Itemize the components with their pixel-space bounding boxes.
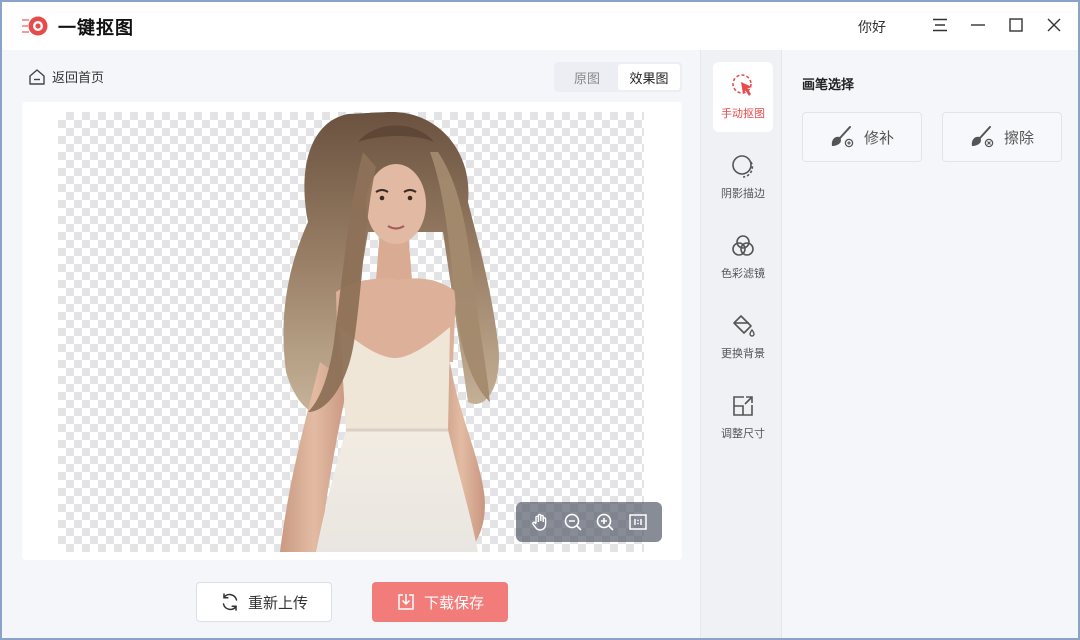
view-original-tab[interactable]: 原图 (556, 64, 618, 90)
view-result-tab[interactable]: 效果图 (618, 64, 680, 90)
tool-shadow-outline[interactable]: 阴影描边 (713, 142, 773, 212)
brush-panel: 画笔选择 修补 擦除 (782, 50, 1078, 638)
actual-size-icon[interactable] (626, 510, 650, 534)
resize-icon (733, 396, 753, 416)
panel-title: 画笔选择 (802, 78, 855, 93)
app-title: 一键抠图 (58, 18, 134, 39)
download-icon (398, 594, 414, 610)
erase-label: 擦除 (1003, 128, 1034, 147)
tool-manual-cutout[interactable]: 手动抠图 (713, 62, 773, 132)
tool-label: 色彩滤镜 (721, 267, 765, 280)
repair-brush-button[interactable]: 修补 (802, 112, 922, 162)
reupload-button[interactable]: 重新上传 (196, 582, 332, 622)
tool-color-filter[interactable]: 色彩滤镜 (713, 222, 773, 292)
zoom-in-icon[interactable] (593, 510, 617, 534)
title-bar: 一键抠图 你好 (2, 2, 1078, 50)
tool-change-background[interactable]: 更换背景 (713, 302, 773, 372)
tool-label: 阴影描边 (721, 187, 765, 200)
tool-rail: 手动抠图 阴影描边 色彩滤镜 更换背景 调整尺寸 (700, 50, 782, 638)
maximize-icon[interactable] (1005, 14, 1027, 36)
repair-label: 修补 (863, 128, 894, 147)
brush-minus-icon (971, 126, 994, 148)
back-home-label: 返回首页 (52, 71, 105, 86)
close-icon[interactable] (1043, 14, 1065, 36)
menu-icon[interactable] (929, 14, 951, 36)
reupload-label: 重新上传 (247, 593, 308, 612)
download-save-button[interactable]: 下载保存 (372, 582, 508, 622)
back-home-link[interactable]: 返回首页 (28, 67, 104, 86)
paint-bucket-icon (733, 315, 755, 337)
zoom-out-icon[interactable] (561, 510, 585, 534)
tool-label: 更换背景 (721, 347, 765, 360)
app-logo-icon (22, 16, 48, 36)
image-canvas[interactable] (58, 112, 644, 552)
refresh-icon (222, 593, 238, 611)
editor-area: 返回首页 原图 效果图 重新上传 下载保存 (2, 50, 700, 638)
color-filter-icon (732, 235, 754, 256)
brush-plus-icon (831, 126, 854, 148)
minimize-icon[interactable] (967, 14, 989, 36)
view-toggle: 原图 效果图 (554, 62, 682, 92)
erase-brush-button[interactable]: 擦除 (942, 112, 1062, 162)
download-save-label: 下载保存 (423, 593, 484, 612)
app-window: 一键抠图 你好 返回首页 原图 效果图 重新上传 下载保存 手动抠图 阴影描边 … (0, 0, 1080, 640)
tool-label: 调整尺寸 (721, 427, 765, 440)
zoom-toolbar (516, 502, 662, 542)
home-icon (29, 68, 45, 85)
cutout-photo (280, 112, 499, 552)
hand-icon[interactable] (528, 510, 552, 534)
canvas-card (22, 102, 682, 560)
cursor-select-icon (732, 74, 752, 96)
tool-resize[interactable]: 调整尺寸 (713, 382, 773, 452)
user-greeting[interactable]: 你好 (858, 17, 886, 37)
shadow-outline-icon (732, 155, 754, 178)
tool-label: 手动抠图 (721, 107, 765, 120)
